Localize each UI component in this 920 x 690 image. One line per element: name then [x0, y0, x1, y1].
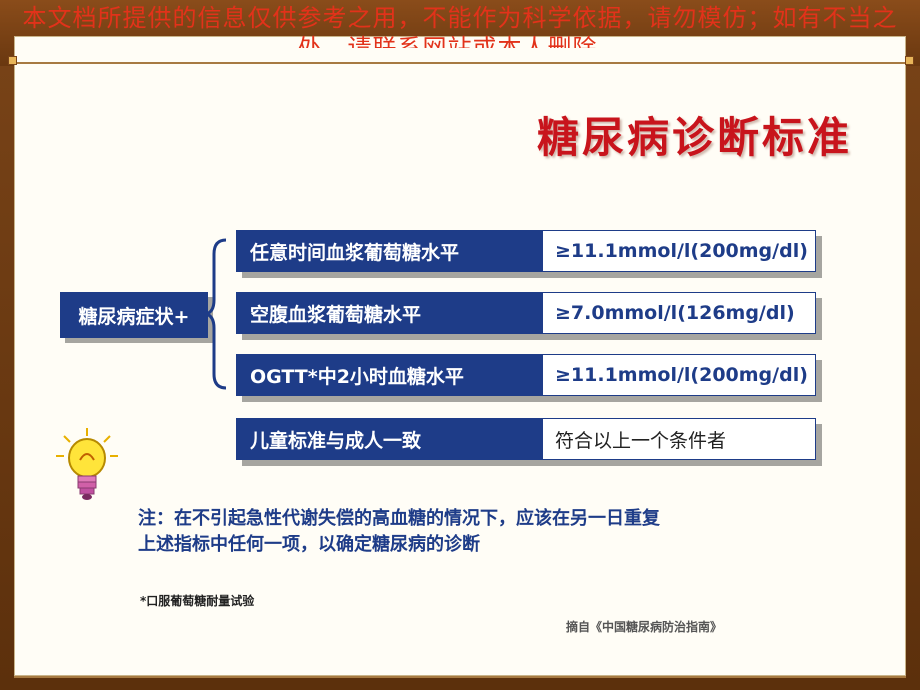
symptom-box: 糖尿病症状+	[60, 292, 208, 338]
note-text: 注：在不引起急性代谢失偿的高血糖的情况下，应该在另一日重复 上述指标中任何一项，…	[138, 506, 838, 558]
disclaimer-line-2: 处，请联系网站或本人删除。	[297, 34, 623, 48]
criterion-row-2: 空腹血浆葡萄糖水平 ≥7.0mmol/l(126mg/dl)	[236, 292, 816, 334]
corner-ornament-right	[905, 56, 914, 65]
brace-connector	[205, 238, 227, 390]
lightbulb-icon	[56, 428, 118, 500]
bottom-divider	[14, 676, 906, 678]
source-citation: 摘自《中国糖尿病防治指南》	[566, 620, 723, 634]
criterion-row-4: 儿童标准与成人一致 符合以上一个条件者	[236, 418, 816, 460]
footnote: *口服葡萄糖耐量试验	[140, 594, 255, 608]
criterion-value: 符合以上一个条件者	[542, 418, 816, 460]
criterion-label: 任意时间血浆葡萄糖水平	[236, 230, 542, 272]
criterion-value: ≥7.0mmol/l(126mg/dl)	[542, 292, 816, 334]
slide-title: 糖尿病诊断标准	[536, 113, 852, 162]
criterion-row-3: OGTT*中2小时血糖水平 ≥11.1mmol/l(200mg/dl)	[236, 354, 816, 396]
criterion-value: ≥11.1mmol/l(200mg/dl)	[542, 230, 816, 272]
disclaimer-line-1: 本文档所提供的信息仅供参考之用，不能作为科学依据，请勿模仿；如有不当之	[22, 4, 898, 32]
note-line-1: 注：在不引起急性代谢失偿的高血糖的情况下，应该在另一日重复	[138, 508, 660, 529]
top-divider	[14, 62, 906, 64]
criterion-value: ≥11.1mmol/l(200mg/dl)	[542, 354, 816, 396]
criterion-label: 儿童标准与成人一致	[236, 418, 542, 460]
criterion-label: OGTT*中2小时血糖水平	[236, 354, 542, 396]
criterion-label: 空腹血浆葡萄糖水平	[236, 292, 542, 334]
criterion-row-1: 任意时间血浆葡萄糖水平 ≥11.1mmol/l(200mg/dl)	[236, 230, 816, 272]
disclaimer-watermark: 本文档所提供的信息仅供参考之用，不能作为科学依据，请勿模仿；如有不当之 处，请联…	[0, 2, 920, 48]
note-line-2: 上述指标中任何一项，以确定糖尿病的诊断	[138, 534, 480, 555]
corner-ornament-left	[8, 56, 17, 65]
